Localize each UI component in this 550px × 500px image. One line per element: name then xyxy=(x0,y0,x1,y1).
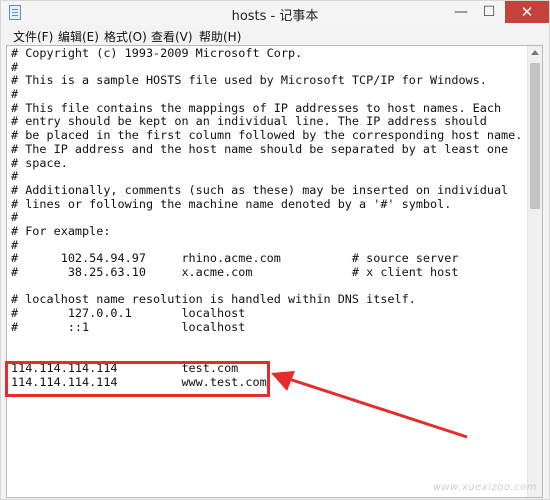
title-bar[interactable]: hosts - 记事本 — ☐ ✕ xyxy=(1,1,549,25)
text-line[interactable]: # xyxy=(11,169,522,184)
menu-file[interactable]: 文件(F) xyxy=(13,28,53,45)
text-line[interactable]: # This file contains the mappings of IP … xyxy=(11,101,522,116)
menu-format[interactable]: 格式(O) xyxy=(104,28,147,45)
maximize-button[interactable]: ☐ xyxy=(477,1,501,23)
text-line[interactable]: # Copyright (c) 1993-2009 Microsoft Corp… xyxy=(11,46,522,61)
text-line[interactable]: # xyxy=(11,238,522,253)
menu-view[interactable]: 查看(V) xyxy=(151,28,193,45)
red-arrow-icon xyxy=(271,371,468,439)
menu-bar: 文件(F) 编辑(E) 格式(O) 查看(V) 帮助(H) xyxy=(1,25,549,45)
text-line[interactable]: # xyxy=(11,87,522,102)
text-line[interactable]: # For example: xyxy=(11,224,522,239)
editor-content[interactable]: # Copyright (c) 1993-2009 Microsoft Corp… xyxy=(11,46,522,389)
text-line[interactable]: # 127.0.0.1 localhost xyxy=(11,306,522,321)
text-line[interactable]: # 38.25.63.10 x.acme.com # x client host xyxy=(11,265,522,280)
scroll-up-arrow-icon[interactable] xyxy=(531,50,539,55)
text-line[interactable] xyxy=(11,280,522,294)
text-line[interactable] xyxy=(11,334,522,348)
text-line[interactable]: # be placed in the first column followed… xyxy=(11,128,522,143)
text-line[interactable]: # 102.54.94.97 rhino.acme.com # source s… xyxy=(11,252,522,266)
text-line[interactable]: # xyxy=(11,60,522,75)
menu-help[interactable]: 帮助(H) xyxy=(199,28,241,45)
minimize-button[interactable]: — xyxy=(449,1,473,23)
text-line[interactable]: # entry should be kept on an individual … xyxy=(11,115,522,129)
text-line[interactable]: # localhost name resolution is handled w… xyxy=(11,293,522,307)
close-button[interactable]: ✕ xyxy=(505,1,549,23)
text-line[interactable]: # Additionally, comments (such as these)… xyxy=(11,183,522,198)
text-line[interactable]: # lines or following the machine name de… xyxy=(11,197,522,212)
menu-edit[interactable]: 编辑(E) xyxy=(58,28,99,45)
watermark: www.xuexizoo.com xyxy=(432,482,537,493)
text-line[interactable]: # space. xyxy=(11,156,522,171)
notepad-window: hosts - 记事本 — ☐ ✕ 文件(F) 编辑(E) 格式(O) 查看(V… xyxy=(0,0,550,500)
highlight-box xyxy=(5,361,270,397)
text-line[interactable] xyxy=(11,348,522,362)
scrollbar-thumb[interactable] xyxy=(530,63,540,209)
text-line[interactable]: # xyxy=(11,211,522,225)
text-line[interactable]: # ::1 localhost xyxy=(11,320,522,335)
vertical-scrollbar[interactable] xyxy=(527,46,542,497)
text-line[interactable]: # This is a sample HOSTS file used by Mi… xyxy=(11,74,522,88)
text-line[interactable]: # The IP address and the host name shoul… xyxy=(11,142,522,157)
